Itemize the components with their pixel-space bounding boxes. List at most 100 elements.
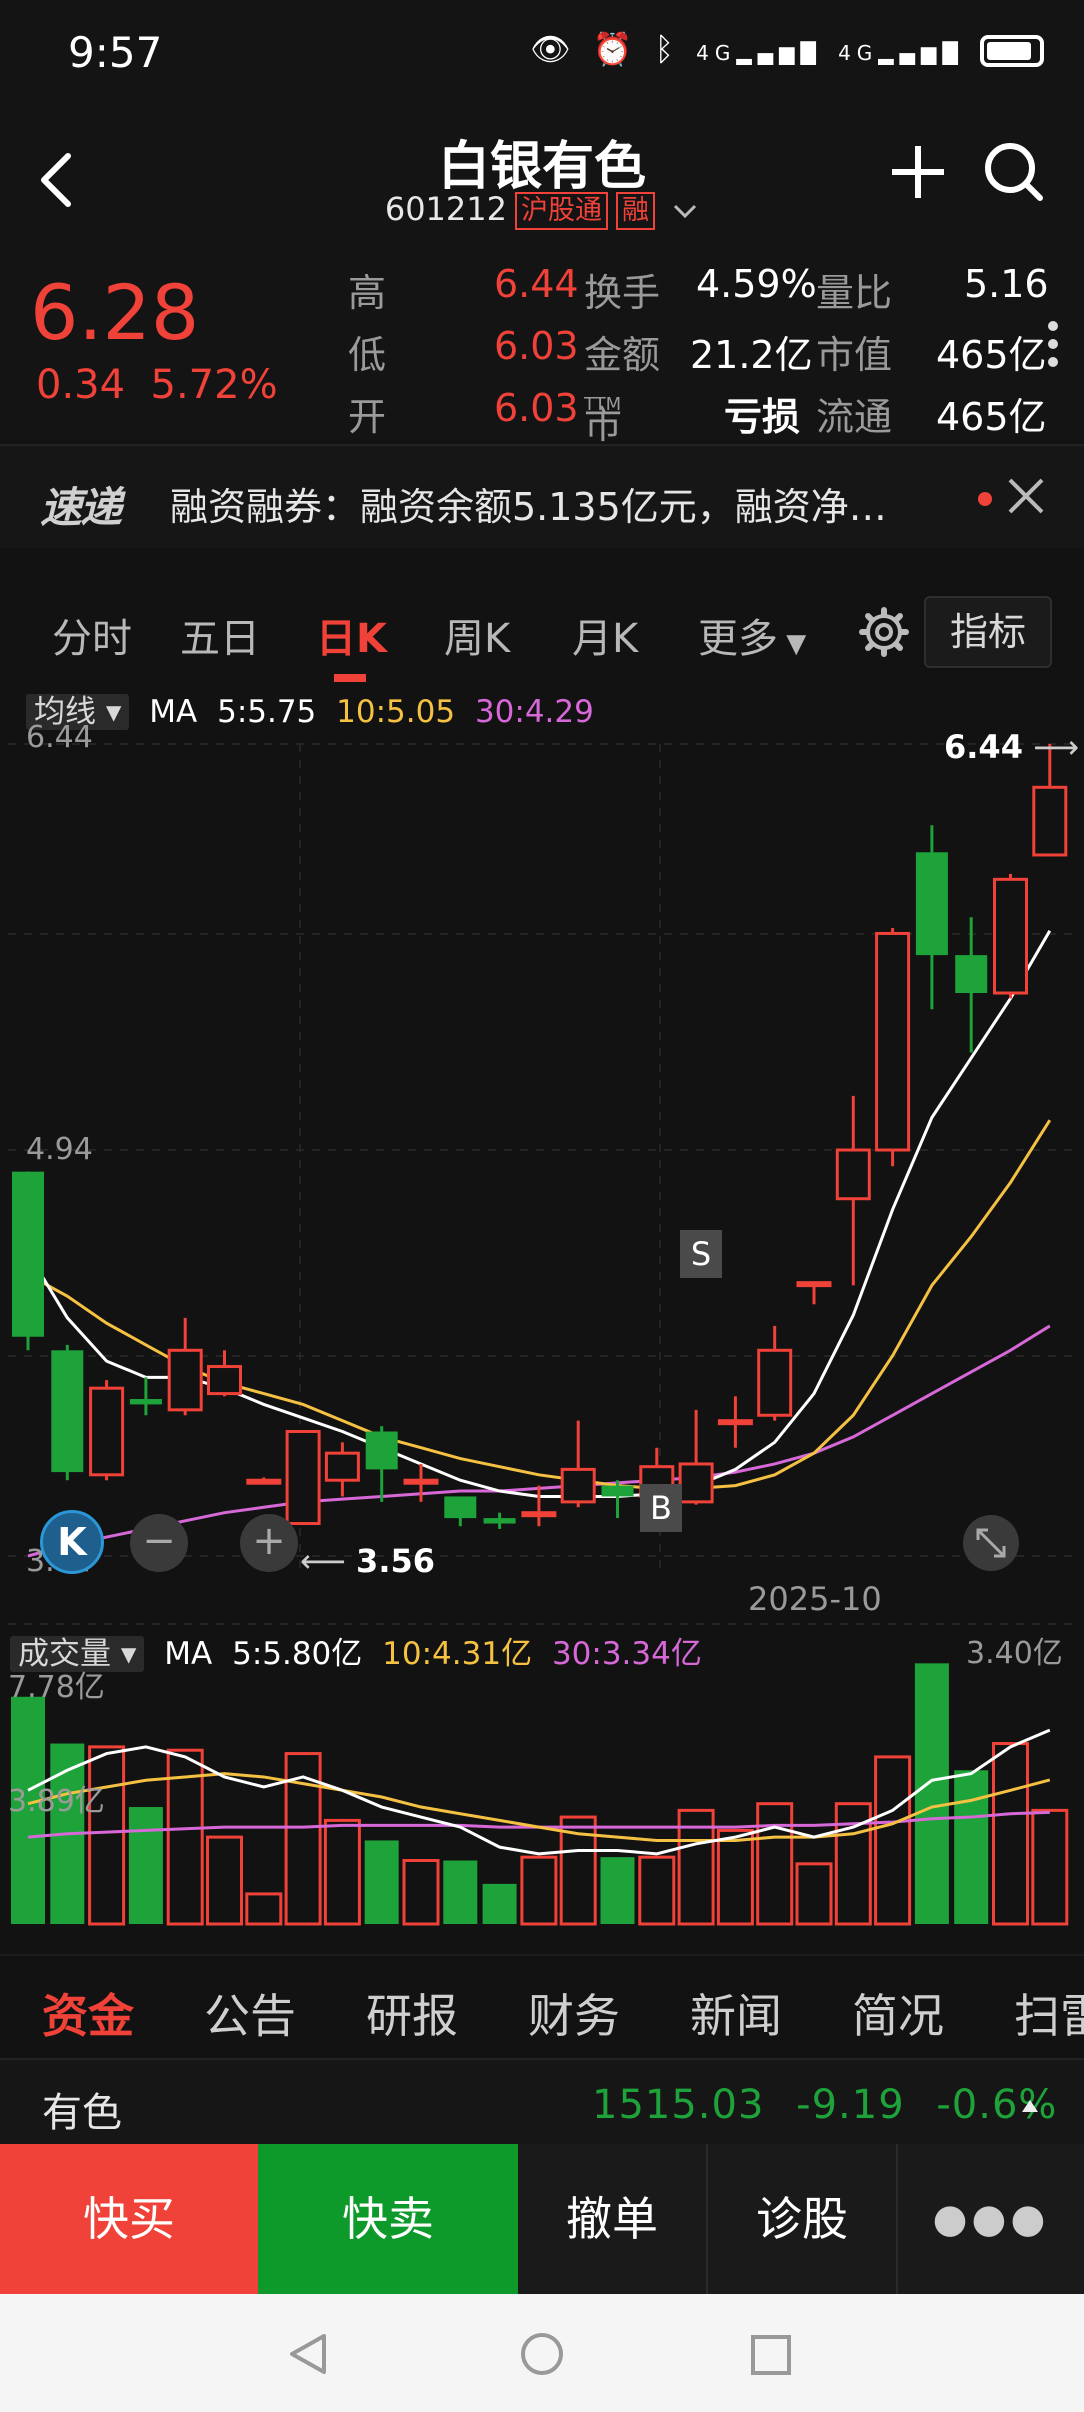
candle-up: [89, 1386, 125, 1477]
candle-down: [444, 1496, 477, 1519]
tab-more[interactable]: 更多 ▼: [698, 606, 806, 664]
label-open: 开: [348, 395, 387, 439]
quote-row-high: 高 6.44 换手 4.59% 量比 5.16: [348, 254, 1049, 316]
price-mid-label: 4.94: [26, 1132, 93, 1167]
quote-panel: 6.28 0.34 5.72% 高 6.44 换手 4.59% 量比 5.16 …: [0, 240, 1084, 502]
quick-buy-button[interactable]: 快买: [0, 2144, 258, 2294]
vol-ma-label: MA: [164, 1636, 213, 1672]
tab-profile[interactable]: 简况: [852, 1980, 944, 2046]
candle-up: [285, 1429, 321, 1526]
label-turnover: 换手: [584, 271, 661, 315]
tab-weekly-k[interactable]: 周K: [444, 606, 510, 664]
current-price: 6.28: [30, 268, 200, 357]
close-icon[interactable]: [1006, 476, 1046, 516]
status-bar: 9:57 👁 ⏰ ᛒ 4G▂▄▆█ 4G▂▄▆█: [0, 0, 1084, 110]
value-open: 6.03: [494, 386, 579, 430]
ma-label: MA: [149, 694, 198, 730]
tab-research[interactable]: 研报: [366, 1980, 458, 2046]
price-max-label: 6.44: [26, 720, 93, 755]
chevron-down-icon[interactable]: [671, 200, 699, 222]
k-wizard-icon[interactable]: K: [40, 1510, 104, 1574]
candle-down: [12, 1171, 44, 1337]
kline-chart[interactable]: 均线 ▾ MA 5:5.75 10:5.05 30:4.29 6.44 4.94…: [0, 684, 1084, 1954]
news-ticker[interactable]: 速递 融资融券：融资余额5.135亿元，融资净…: [0, 444, 1084, 548]
sell-marker[interactable]: S: [680, 1230, 722, 1278]
volume-bar-down: [128, 1807, 163, 1924]
volume-bar-up: [756, 1802, 794, 1926]
tab-monthly-k[interactable]: 月K: [572, 606, 638, 664]
more-horizontal-icon[interactable]: ●●●: [898, 2144, 1084, 2294]
candle-down: [365, 1431, 398, 1470]
system-nav-bar: [0, 2294, 1084, 2412]
tab-intraday[interactable]: 分时: [52, 606, 132, 664]
express-logo: 速递: [40, 483, 122, 532]
active-tab-indicator: [334, 674, 366, 682]
volume-bar-down: [482, 1883, 517, 1924]
value-turnover: 4.59%: [696, 262, 817, 306]
bluetooth-icon: ᛒ: [654, 30, 680, 68]
label-market-cap: 市值: [816, 333, 893, 377]
indicator-button[interactable]: 指标: [924, 596, 1052, 668]
vol-ma30-value: 30:3.34亿: [551, 1636, 702, 1672]
volume-bar-up: [520, 1855, 558, 1926]
sector-bar[interactable]: 有色 1515.03 -9.19 -0.6%: [0, 2058, 1084, 2144]
eye-icon: 👁: [529, 30, 577, 68]
info-tabs: 资金 公告 研报 财务 新闻 简况 扫雷: [0, 1954, 1084, 2058]
volume-bar-up: [716, 1828, 754, 1926]
trade-action-bar: 快买 快卖 撤单 诊股 ●●●: [0, 2144, 1084, 2294]
4g-signal-icon: 4G▂▄▆█: [838, 41, 964, 65]
nav-back-icon[interactable]: [286, 2332, 330, 2376]
value-market-cap: 465亿: [936, 333, 1047, 377]
label-float-cap: 流通: [816, 395, 893, 439]
label-amount: 金额: [584, 333, 661, 377]
fullscreen-icon[interactable]: [962, 1514, 1020, 1572]
candle-up: [835, 1148, 871, 1201]
nav-recents-icon[interactable]: [750, 2334, 792, 2376]
volume-bar-down: [364, 1840, 399, 1924]
cancel-order-button[interactable]: 撤单: [518, 2144, 708, 2294]
tab-funds[interactable]: 资金: [42, 1980, 134, 2046]
candle-up: [875, 931, 911, 1152]
candle-down: [129, 1399, 162, 1405]
volume-mid-label: 3.89亿: [8, 1784, 105, 1819]
zoom-in-icon[interactable]: +: [240, 1514, 298, 1572]
diagnose-stock-button[interactable]: 诊股: [708, 2144, 898, 2294]
search-icon[interactable]: [982, 140, 1046, 204]
volume-right-label: 3.40亿: [966, 1636, 1063, 1671]
ticker-text[interactable]: 融资融券：融资余额5.135亿元，融资净…: [170, 476, 950, 531]
change-percent: 5.72%: [150, 362, 278, 408]
tab-five-day[interactable]: 五日: [180, 606, 260, 664]
value-float-cap: 465亿: [936, 395, 1047, 439]
candle-up: [207, 1365, 242, 1396]
vol-ma10-value: 10:4.31亿: [382, 1636, 533, 1672]
tab-financials[interactable]: 财务: [528, 1980, 620, 2046]
volume-bar-up: [638, 1855, 676, 1926]
candle-up: [521, 1511, 557, 1518]
gear-icon[interactable]: [858, 606, 910, 658]
kline-svg[interactable]: [0, 684, 1084, 1954]
tab-news[interactable]: 新闻: [690, 1980, 782, 2046]
ma10-value: 10:5.05: [336, 694, 456, 730]
caret-down-icon: ▼: [778, 629, 807, 659]
sector-values: 1515.03 -9.19 -0.6%: [592, 2082, 1057, 2128]
stock-code: 601212: [384, 190, 507, 228]
price-change: 0.34 5.72%: [36, 362, 278, 408]
change-value: 0.34: [36, 362, 126, 408]
candle-up: [796, 1281, 832, 1288]
zoom-out-icon[interactable]: −: [130, 1514, 188, 1572]
add-watchlist-icon[interactable]: [886, 140, 950, 204]
candle-up: [678, 1462, 714, 1504]
quick-sell-button[interactable]: 快卖: [258, 2144, 518, 2294]
nav-home-icon[interactable]: [520, 2332, 564, 2376]
tab-risk-scan[interactable]: 扫雷: [1014, 1980, 1084, 2046]
tab-daily-k[interactable]: 日K: [316, 606, 387, 664]
volume-bar-up: [1031, 1808, 1069, 1926]
buy-marker[interactable]: B: [640, 1484, 682, 1532]
expand-up-icon[interactable]: [1020, 2098, 1040, 2114]
4g-signal-icon: 4G▂▄▆█: [696, 41, 822, 65]
more-vertical-icon[interactable]: [1046, 320, 1060, 368]
quote-grid: 高 6.44 换手 4.59% 量比 5.16 低 6.03 金额 21.2亿 …: [348, 254, 1049, 502]
tab-announcements[interactable]: 公告: [204, 1980, 296, 2046]
low-price-marker: ⟵ 3.56: [300, 1542, 435, 1580]
label-low: 低: [348, 333, 387, 377]
